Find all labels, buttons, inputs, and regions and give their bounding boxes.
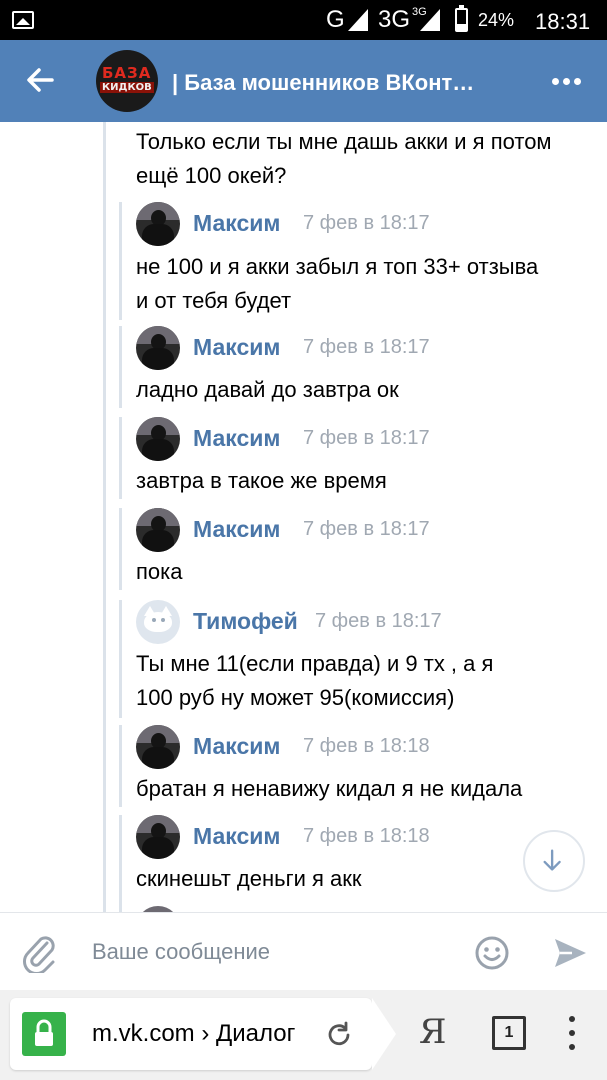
sender-name[interactable]: Максим — [193, 733, 280, 760]
sender-name[interactable]: Максим — [193, 516, 280, 543]
message-time: 7 фев в 18:17 — [303, 518, 430, 540]
message-text: не 100 и я акки забыл я топ 33+ отзыва и… — [136, 254, 539, 313]
chat-avatar[interactable]: БАЗА КИДКОВ — [96, 50, 158, 112]
message-time: 7 фев в 18:17 — [303, 336, 430, 358]
forward-line-inner — [119, 815, 122, 912]
message-text: Ты мне 11(если правда) и 9 тх , а я 100 … — [136, 651, 494, 710]
avatar[interactable] — [136, 508, 180, 552]
forward-line-inner — [119, 417, 122, 499]
forward-line-inner — [119, 508, 122, 590]
paperclip-icon[interactable] — [20, 931, 58, 973]
message-text: ладно давай до завтра ок — [136, 377, 399, 402]
forward-line-inner — [119, 600, 122, 718]
avatar[interactable] — [136, 417, 180, 461]
url-text[interactable]: m.vk.com › Диалог — [92, 1020, 312, 1048]
battery-percent: 24% — [478, 10, 515, 30]
network-type-3g: 3G — [378, 6, 411, 33]
address-bar[interactable]: m.vk.com › Диалог — [10, 998, 396, 1070]
signal-icon-2 — [420, 9, 440, 31]
message-text: братан я ненавижу кидал я не кидала — [136, 776, 523, 801]
message-time: 7 фев в 18:18 — [303, 735, 430, 757]
message-list[interactable]: Только если ты мне дашь акки и я потом е… — [0, 122, 607, 912]
message-text: пока — [136, 559, 183, 584]
message-text-top: Только если ты мне дашь акки и я потом е… — [136, 129, 552, 188]
signal-icon — [348, 9, 368, 31]
more-dots-icon[interactable] — [552, 78, 582, 86]
yandex-button[interactable]: Я — [419, 1012, 446, 1052]
sender-name[interactable]: Максим — [193, 210, 280, 237]
avatar[interactable] — [136, 815, 180, 859]
forward-line-inner — [119, 202, 122, 320]
message-input[interactable] — [80, 927, 460, 977]
forward-line-outer — [103, 122, 106, 912]
status-bar: G 3G 3G 24% 18:31 — [0, 0, 607, 40]
clock: 18:31 — [535, 9, 591, 34]
arrow-left-icon[interactable] — [22, 62, 58, 98]
message-text: завтра в такое же время — [136, 468, 387, 493]
message-time: 7 фев в 18:17 — [315, 610, 442, 632]
chat-header: БАЗА КИДКОВ | База мошенников ВКонт… — [0, 40, 607, 122]
arrow-down-icon — [543, 849, 561, 871]
gallery-notification-icon — [12, 11, 34, 29]
sender-name[interactable]: Тимофей — [193, 608, 298, 635]
message-time: 7 фев в 18:17 — [303, 427, 430, 449]
avatar-logo-line2: КИДКОВ — [100, 82, 154, 93]
lock-icon — [22, 1012, 66, 1056]
sender-name[interactable]: Максим — [193, 823, 280, 850]
send-icon[interactable] — [552, 935, 588, 971]
sender-name[interactable]: Максим — [193, 425, 280, 452]
avatar[interactable] — [136, 202, 180, 246]
tabs-button[interactable]: 1 — [492, 1016, 526, 1050]
scroll-down-button[interactable] — [523, 830, 585, 892]
message-time: 7 фев в 18:17 — [303, 212, 430, 234]
avatar[interactable] — [136, 600, 180, 644]
chat-title[interactable]: | База мошенников ВКонт… — [172, 70, 532, 96]
battery-icon — [455, 5, 468, 32]
avatar-logo-line1: БАЗА — [102, 64, 152, 82]
menu-dots-icon[interactable] — [568, 1016, 576, 1052]
avatar[interactable] — [136, 326, 180, 370]
network-type-g: G — [326, 6, 345, 33]
smile-icon[interactable] — [474, 935, 510, 971]
avatar[interactable] — [136, 725, 180, 769]
reload-icon[interactable] — [324, 1020, 354, 1050]
browser-toolbar: m.vk.com › Диалог Я 1 — [0, 990, 607, 1080]
forward-line-inner — [119, 326, 122, 408]
message-composer — [0, 912, 607, 990]
forward-line-inner — [119, 725, 122, 807]
sender-name[interactable]: Максим — [193, 334, 280, 361]
message-time: 7 фев в 18:18 — [303, 825, 430, 847]
